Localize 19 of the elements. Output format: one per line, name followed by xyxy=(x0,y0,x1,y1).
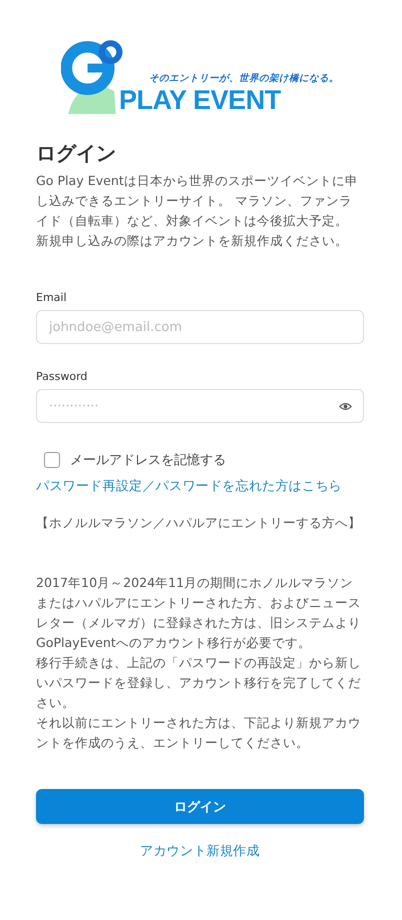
notice-heading: 【ホノルルマラソン／ハパルアにエントリーする方へ】 xyxy=(36,514,362,532)
page-title: ログイン xyxy=(36,140,117,167)
password-field[interactable]: ············ xyxy=(36,389,364,423)
intro-text: Go Play Eventは日本から世界のスポーツイベントに申し込みできるエントリーサイト。 マラソン、ファンライド（自転車）など、対象イベントは今後拡大予定。 xyxy=(36,172,359,230)
intro-text: 新規申し込みの際はアカウントを新規作成ください。 xyxy=(36,232,349,250)
email-field[interactable]: johndoe@email.com xyxy=(36,310,364,344)
logo-wordmark: PLAY EVENT xyxy=(119,87,282,114)
eye-icon[interactable] xyxy=(339,400,352,413)
notice-text: 移行手続きは、上記の「パスワードの再設定」から新しいパスワードを登録し、アカウント移行を完了してください。 xyxy=(36,654,362,712)
checkbox[interactable] xyxy=(44,452,60,468)
reset-password-link[interactable]: パスワード再設定／パスワードを忘れた方はこちら xyxy=(36,477,364,495)
field-label: Password xyxy=(36,370,88,383)
notice-text: 2017年10月～2024年11月の期間にホノルルマラソンまたはハパルアにエントリーされた方、およびニュースレター（メルマガ）に登録された方は、旧システムよりGoPlayEventへのアカウント移行が必要です。 xyxy=(36,574,362,652)
checkbox-label: メールアドレスを記憶する xyxy=(70,452,226,469)
signup-link[interactable]: アカウント新規作成 xyxy=(140,842,260,860)
logo-tagline: そのエントリーが、世界の架け橋になる。 xyxy=(149,72,339,85)
field-label: Email xyxy=(36,291,68,304)
login-button[interactable]: ログイン xyxy=(36,789,364,824)
notice-text: それ以前にエントリーされた方は、下記より新規アカウントを作成のうえ、エントリーしてください。 xyxy=(36,714,362,752)
